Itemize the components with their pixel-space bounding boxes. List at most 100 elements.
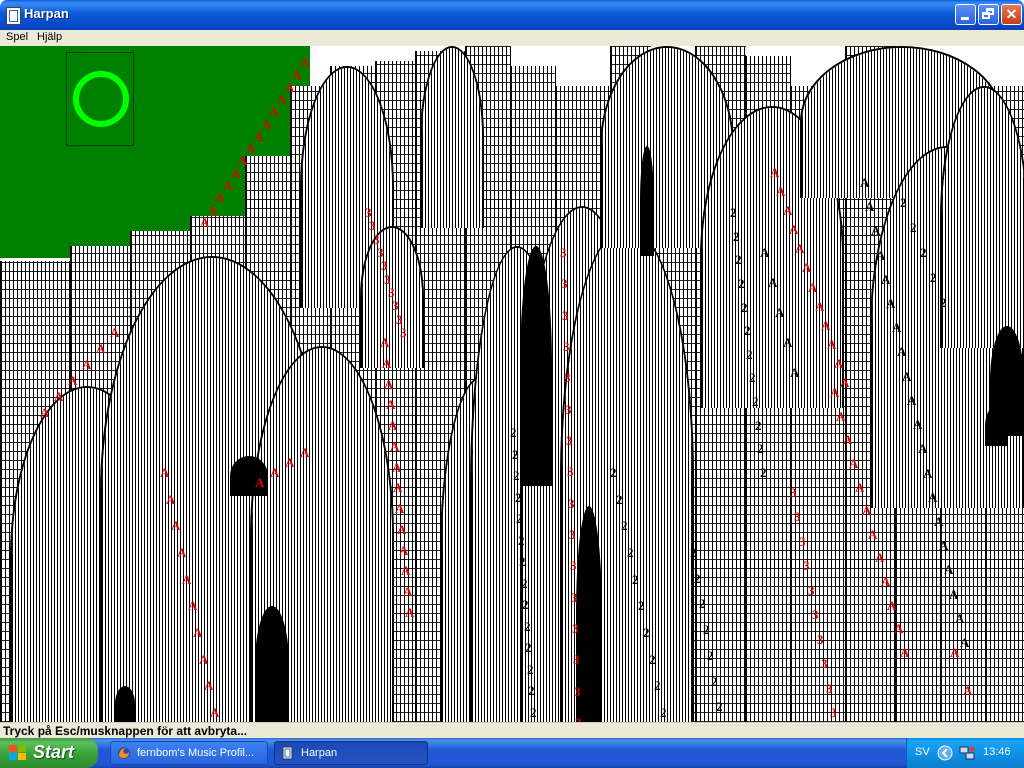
start-label: Start	[33, 742, 75, 762]
card-rank-glyph: A	[54, 389, 64, 404]
card-rank-glyph: A	[171, 518, 181, 533]
card-rank-glyph: A	[285, 455, 295, 470]
card-rank-glyph: A	[827, 337, 837, 352]
card-rank-glyph: A	[393, 480, 403, 495]
card-rank-glyph: 2	[632, 572, 639, 587]
card-rank-glyph: A	[208, 203, 218, 218]
card-rank-glyph: A	[204, 678, 214, 693]
card-rank-glyph: 3	[568, 496, 575, 511]
card-rank-glyph: 2	[519, 554, 526, 569]
card-rank-glyph: 2	[738, 276, 745, 291]
card-rank-glyph: A	[397, 522, 407, 537]
language-indicator[interactable]: SV	[915, 746, 930, 758]
card-rank-glyph: 2	[527, 662, 534, 677]
menu-hjalp[interactable]: Hjälp	[37, 31, 62, 43]
card-rank-glyph: A	[388, 418, 398, 433]
card-rank-glyph: A	[881, 574, 891, 589]
card-rank-glyph: 2	[512, 447, 519, 462]
card-rank-glyph: 3	[821, 656, 828, 671]
title-bar[interactable]: Harpan ✕	[0, 0, 1024, 30]
card-rank-glyph: A	[875, 550, 885, 565]
card-rank-glyph: 3	[808, 583, 815, 598]
close-button[interactable]: ✕	[1001, 4, 1022, 25]
restore-button[interactable]	[978, 4, 999, 25]
card-rank-glyph: 2	[616, 492, 623, 507]
card-rank-glyph: A	[255, 475, 265, 490]
card-rank-glyph: A	[862, 503, 872, 518]
card-rank-glyph: 2	[510, 425, 517, 440]
card-shadow-streak	[985, 406, 1007, 446]
card-rank-glyph: A	[923, 466, 933, 481]
card-rank-glyph: A	[944, 562, 954, 577]
card-rank-glyph: 2	[707, 648, 714, 663]
card-rank-glyph: 3	[817, 632, 824, 647]
card-shadow-streak	[255, 606, 289, 722]
card-rank-glyph: A	[776, 184, 786, 199]
card-rank-glyph: 3	[392, 298, 399, 313]
card-rank-glyph: A	[380, 335, 390, 350]
tray-arrow-icon[interactable]	[937, 745, 953, 761]
card-rank-glyph: 3	[562, 308, 569, 323]
card-rank-glyph: 2	[730, 205, 737, 220]
clock: 13:46	[983, 746, 1011, 758]
card-arc-trail	[420, 46, 484, 228]
card-rank-glyph: A	[775, 305, 785, 320]
menu-spel[interactable]: Spel	[6, 31, 28, 43]
taskbar-item-label: Harpan	[301, 747, 338, 759]
card-rank-glyph: 3	[799, 534, 806, 549]
taskbar-item-harpan[interactable]: Harpan	[274, 741, 428, 765]
menu-bar: Spel Hjälp	[0, 30, 1024, 46]
card-rank-glyph: 3	[560, 245, 567, 260]
card-rank-glyph: A	[384, 377, 394, 392]
card-rank-glyph: A	[881, 272, 891, 287]
card-rank-glyph: A	[843, 432, 853, 447]
windows-logo-icon	[9, 745, 27, 761]
card-rank-glyph: A	[913, 417, 923, 432]
card-rank-glyph: A	[934, 514, 944, 529]
card-rank-glyph: 2	[638, 598, 645, 613]
card-rank-glyph: 2	[521, 576, 528, 591]
card-rank-glyph: 2	[711, 674, 718, 689]
card-rank-glyph: 2	[516, 511, 523, 526]
firefox-icon	[118, 747, 130, 759]
minimize-button[interactable]	[955, 4, 976, 25]
card-rank-glyph: 2	[749, 370, 756, 385]
card-rank-glyph: A	[855, 480, 865, 495]
card-rank-glyph: A	[887, 598, 897, 613]
card-rank-glyph: A	[865, 199, 875, 214]
card-rank-glyph: A	[815, 299, 825, 314]
card-rank-glyph: A	[860, 175, 870, 190]
card-rank-glyph: 3	[381, 258, 388, 273]
card-rank-glyph: A	[795, 241, 805, 256]
status-message: Tryck på Esc/musknappen för att avbryta.…	[3, 724, 248, 738]
card-rank-glyph: 2	[530, 705, 537, 720]
card-rank-glyph: 2	[525, 640, 532, 655]
card-rank-glyph: 3	[566, 433, 573, 448]
card-rank-glyph: 2	[610, 465, 617, 480]
network-icon[interactable]	[959, 745, 975, 761]
card-rank-glyph: A	[768, 275, 778, 290]
card-rank-glyph: A	[897, 344, 907, 359]
card-rank-glyph: 2	[518, 533, 525, 548]
card-rank-glyph: 2	[752, 394, 759, 409]
system-tray: SV 13:46	[906, 738, 1024, 768]
card-rank-glyph: A	[68, 373, 78, 388]
card-rank-glyph: 3	[563, 339, 570, 354]
start-button[interactable]: Start	[0, 738, 98, 768]
stock-pile-slot[interactable]	[66, 52, 134, 146]
card-rank-glyph: 2	[744, 323, 751, 338]
card-rank-glyph: A	[949, 587, 959, 602]
taskbar-item-firefox[interactable]: fernbom's Music Profil...	[110, 741, 268, 765]
taskbar: Start fernbom's Music Profil... Harpan S…	[0, 738, 1024, 768]
card-rank-glyph: A	[894, 621, 904, 636]
minimize-icon	[956, 5, 975, 24]
card-rank-glyph: A	[790, 365, 800, 380]
solitaire-app-icon[interactable]	[6, 7, 21, 25]
card-rank-glyph: A	[399, 543, 409, 558]
card-rank-glyph: A	[868, 527, 878, 542]
game-board[interactable]: AAAAAAAAAAAAAA3333333333AAAAAAAAAAAAAAAA…	[0, 46, 1024, 722]
card-rank-glyph: A	[963, 683, 973, 698]
window-title: Harpan	[24, 6, 69, 21]
card-rank-glyph: 2	[910, 220, 917, 235]
card-rank-glyph: A	[231, 166, 241, 181]
